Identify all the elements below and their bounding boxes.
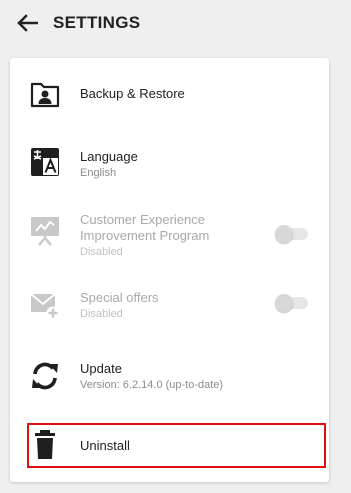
special-offers-toggle[interactable] [275, 294, 309, 312]
settings-card [10, 58, 329, 482]
toggle-thumb [275, 225, 293, 243]
item-title: Language [80, 149, 138, 164]
app-header: SETTINGS [0, 0, 351, 46]
arrow-left-icon [17, 14, 38, 32]
item-title: Customer Experience Improvement Program [80, 212, 210, 243]
page-title: SETTINGS [53, 13, 141, 32]
customer-experience-toggle[interactable] [275, 225, 309, 243]
settings-item-language[interactable]: Language English [10, 146, 329, 180]
settings-item-update[interactable]: Update Version: 6.2.14.0 (up-to-date) [10, 358, 329, 394]
item-title: Backup & Restore [80, 86, 185, 101]
item-subtitle: English [80, 167, 117, 179]
trash-icon [35, 430, 55, 459]
settings-item-uninstall[interactable]: Uninstall [10, 430, 329, 460]
language-icon [31, 148, 59, 176]
presentation-chart-icon [31, 217, 59, 246]
settings-item-backup-restore[interactable]: Backup & Restore [10, 78, 329, 110]
item-title: Special offers [80, 290, 159, 305]
item-subtitle: Version: 6.2.14.0 (up-to-date) [80, 379, 224, 391]
toggle-thumb [275, 294, 293, 312]
settings-item-special-offers[interactable]: Special offers Disabled [10, 287, 329, 323]
backup-restore-icon [30, 82, 60, 108]
sync-icon [32, 362, 58, 390]
mail-plus-icon [30, 293, 60, 320]
item-subtitle: Disabled [80, 246, 123, 258]
settings-item-customer-experience[interactable]: Customer Experience Improvement Program … [10, 210, 329, 258]
item-subtitle: Disabled [80, 308, 123, 320]
item-title: Uninstall [80, 438, 130, 453]
item-title: Update [80, 361, 122, 376]
back-button[interactable] [14, 11, 40, 35]
